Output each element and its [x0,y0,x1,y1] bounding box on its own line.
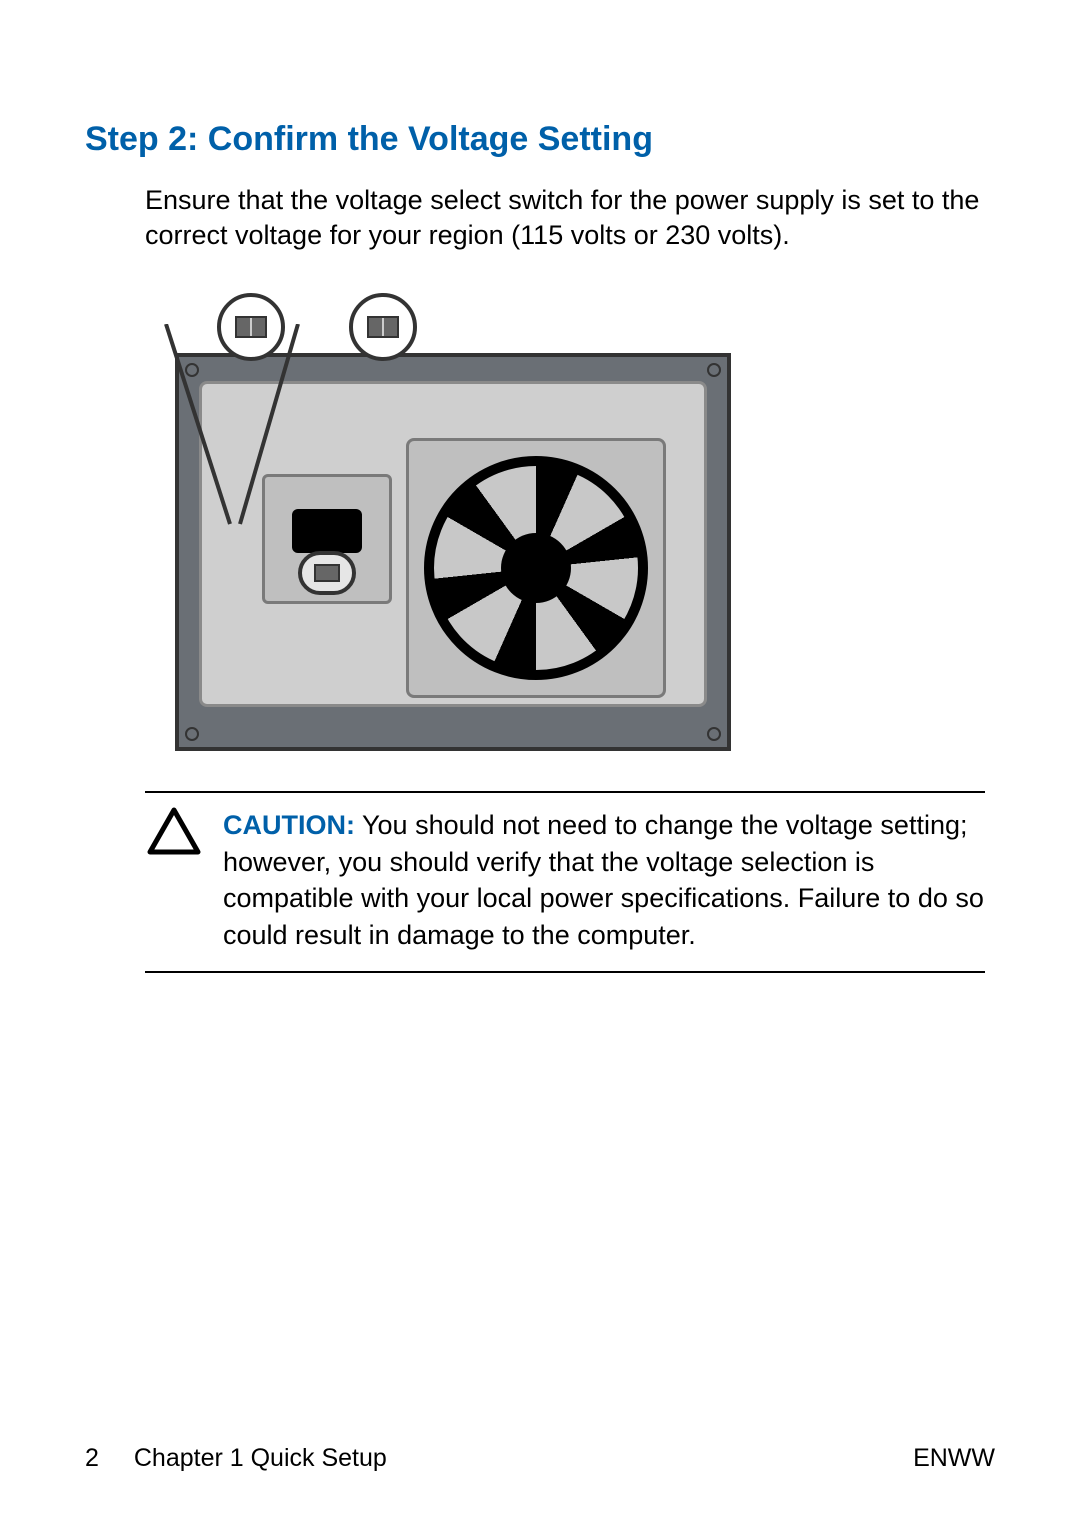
voltage-switch [298,551,356,595]
voltage-figure [175,293,995,751]
fan-grille [406,438,666,698]
caution-text: CAUTION: You should not need to change t… [223,807,985,953]
callout-230 [217,293,285,361]
section-heading: Step 2: Confirm the Voltage Setting [85,120,995,159]
chapter-label: Chapter 1 Quick Setup [134,1444,387,1472]
caution-icon [145,807,203,859]
body-paragraph: Ensure that the voltage select switch fo… [145,183,995,253]
caution-block: CAUTION: You should not need to change t… [145,791,985,973]
page-number: 2 [85,1444,99,1472]
page-footer: 2 Chapter 1 Quick Setup ENWW [85,1444,995,1473]
callout-115 [349,293,417,361]
caution-label: CAUTION: [223,810,355,840]
power-supply-illustration [175,353,731,751]
power-socket [262,474,392,604]
footer-right: ENWW [913,1444,995,1473]
